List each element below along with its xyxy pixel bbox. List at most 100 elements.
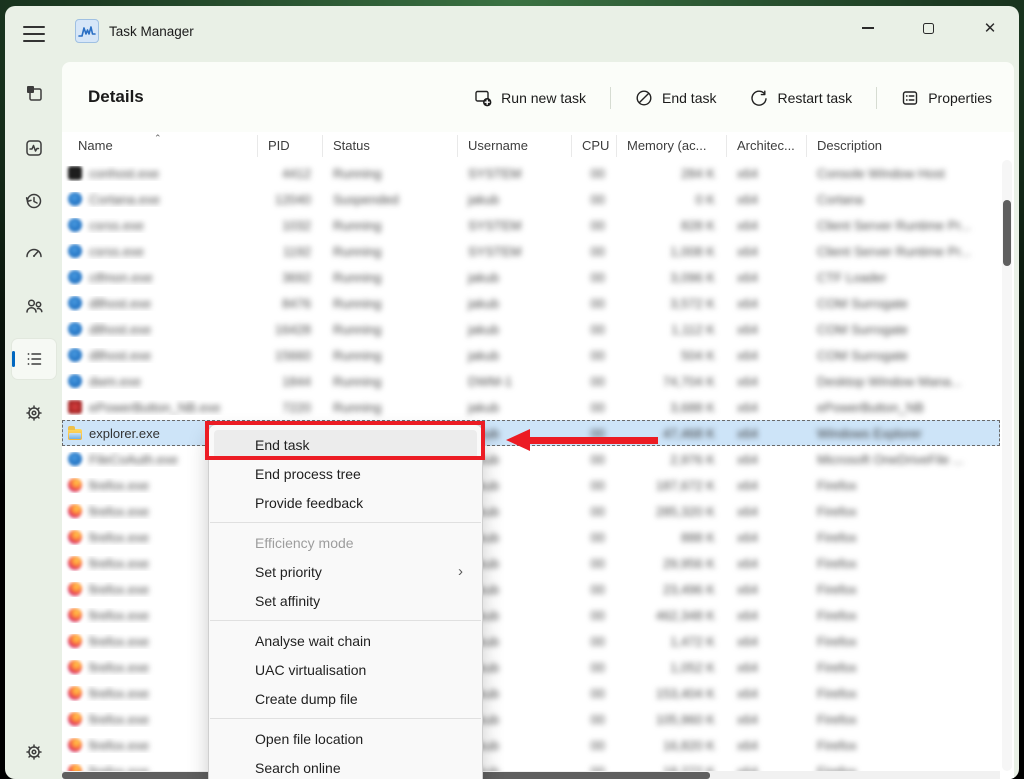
cell-desc: Windows Explorer (807, 426, 1000, 441)
close-button[interactable]: ✕ (968, 12, 1012, 44)
cell-cpu: 00 (572, 738, 617, 753)
cell-arch: x64 (727, 556, 807, 571)
cell-desc: Firefox (807, 686, 1000, 701)
cell-user: jakub (458, 270, 572, 285)
table-row[interactable]: firefox.exejakub001,472 Kx64Firefox (62, 628, 1000, 654)
cell-cpu: 00 (572, 608, 617, 623)
table-row[interactable]: FileCoAuth.exejakub002,976 Kx64Microsoft… (62, 446, 1000, 472)
sidebar-item-services[interactable] (12, 393, 56, 433)
cell-cpu: 00 (572, 244, 617, 259)
table-header: Name⌃PIDStatusUsernameCPUMemory (ac...Ar… (62, 132, 1000, 160)
table-row[interactable]: firefox.exejakub00285,320 Kx64Firefox (62, 498, 1000, 524)
details-icon (24, 349, 44, 369)
table-row[interactable]: firefox.exejakub001,052 Kx64Firefox (62, 654, 1000, 680)
maximize-button[interactable] (906, 12, 950, 44)
vertical-scrollbar[interactable] (1002, 160, 1012, 771)
cell-user: jakub (458, 322, 572, 337)
cell-status: Running (323, 166, 458, 181)
table-row[interactable]: ePowerButton_NB.exe7220Runningjakub003,6… (62, 394, 1000, 420)
cell-arch: x64 (727, 634, 807, 649)
sidebar-item-processes[interactable] (12, 73, 56, 113)
cell-desc: COM Surrogate (807, 296, 1000, 311)
table-row[interactable]: firefox.exejakub0023,496 Kx64Firefox (62, 576, 1000, 602)
cell-cpu: 00 (572, 374, 617, 389)
table-row[interactable]: firefox.exejakub00888 Kx64Firefox (62, 524, 1000, 550)
menu-item-provide-feedback[interactable]: Provide feedback (214, 488, 477, 517)
table-row[interactable]: firefox.exejakub00105,960 Kx64Firefox (62, 706, 1000, 732)
column-header-status[interactable]: Status (323, 135, 458, 157)
horizontal-scrollbar[interactable] (62, 771, 1000, 779)
table-row[interactable]: dwm.exe1844RunningDWM-10074,704 Kx64Desk… (62, 368, 1000, 394)
cell-status: Running (323, 400, 458, 415)
menu-item-set-affinity[interactable]: Set affinity (214, 586, 477, 615)
cell-user: SYSTEM (458, 218, 572, 233)
sidebar-item-users[interactable] (12, 286, 56, 326)
table-row[interactable]: conhost.exe4412RunningSYSTEM00284 Kx64Co… (62, 160, 1000, 186)
column-header-name[interactable]: Name⌃ (62, 135, 258, 157)
cell-user: jakub (458, 348, 572, 363)
menu-item-efficiency-mode: Efficiency mode (214, 528, 477, 557)
column-header-arch[interactable]: Architec... (727, 135, 807, 157)
menu-item-set-priority[interactable]: Set priority› (214, 557, 477, 586)
table-row[interactable]: firefox.exejakub0029,956 Kx64Firefox (62, 550, 1000, 576)
column-header-cpu[interactable]: CPU (572, 135, 617, 157)
table-row[interactable]: csrss.exe1032RunningSYSTEM00828 Kx64Clie… (62, 212, 1000, 238)
table-row[interactable]: firefox.exejakub00187,672 Kx64Firefox (62, 472, 1000, 498)
process-name: dllhost.exe (89, 322, 151, 337)
column-header-user[interactable]: Username (458, 135, 572, 157)
sidebar-item-details[interactable] (12, 339, 56, 379)
cell-arch: x64 (727, 400, 807, 415)
menu-separator (210, 522, 481, 523)
cell-mem: 74,704 K (617, 374, 727, 389)
cell-desc: Firefox (807, 478, 1000, 493)
cell-desc: CTF Loader (807, 270, 1000, 285)
process-name: Cortana.exe (89, 192, 160, 207)
cell-pid: 15660 (258, 348, 323, 363)
run-new-task-icon (474, 89, 492, 107)
menu-item-analyse-wait-chain[interactable]: Analyse wait chain (214, 626, 477, 655)
column-header-pid[interactable]: PID (258, 135, 323, 157)
column-header-mem[interactable]: Memory (ac... (617, 135, 727, 157)
table-row[interactable]: dllhost.exe8476Runningjakub003,572 Kx64C… (62, 290, 1000, 316)
window-title: Task Manager (109, 24, 194, 39)
table-row[interactable]: firefox.exejakub00462,348 Kx64Firefox (62, 602, 1000, 628)
cell-cpu: 00 (572, 400, 617, 415)
menu-item-search-online[interactable]: Search online (214, 753, 477, 779)
restart-task-button[interactable]: Restart task (740, 83, 862, 113)
table-row[interactable]: dllhost.exe15660Runningjakub00504 Kx64CO… (62, 342, 1000, 368)
cell-status: Running (323, 322, 458, 337)
table-row[interactable]: Cortana.exe12040Suspendedjakub000 Kx64Co… (62, 186, 1000, 212)
column-header-desc[interactable]: Description (807, 135, 1000, 157)
table-row[interactable]: csrss.exe1192RunningSYSTEM001,008 Kx64Cl… (62, 238, 1000, 264)
hamburger-menu-icon[interactable] (23, 26, 45, 42)
table-row[interactable]: firefox.exejakub00153,404 Kx64Firefox (62, 680, 1000, 706)
cell-arch: x64 (727, 244, 807, 259)
settings-gear-icon (24, 742, 44, 762)
menu-item-uac-virtualisation[interactable]: UAC virtualisation (214, 655, 477, 684)
sidebar-item-performance[interactable] (12, 128, 56, 168)
table-row[interactable]: ctfmon.exe3692Runningjakub003,096 Kx64CT… (62, 264, 1000, 290)
cell-desc: Firefox (807, 634, 1000, 649)
properties-button[interactable]: Properties (891, 83, 1002, 113)
sidebar-item-app-history[interactable] (12, 181, 56, 221)
process-name: firefox.exe (89, 478, 149, 493)
services-icon (24, 403, 44, 423)
table-row[interactable]: firefox.exejakub0016,820 Kx64Firefox (62, 732, 1000, 758)
processes-icon (24, 83, 44, 103)
sidebar-item-startup-apps[interactable] (12, 233, 56, 273)
menu-item-end-task[interactable]: End task (214, 430, 477, 459)
cell-pid: 16428 (258, 322, 323, 337)
menu-item-open-file-location[interactable]: Open file location (214, 724, 477, 753)
cell-cpu: 00 (572, 478, 617, 493)
end-task-button[interactable]: End task (625, 83, 726, 113)
minimize-button[interactable] (846, 12, 890, 44)
run-new-task-button[interactable]: Run new task (464, 83, 596, 113)
cell-cpu: 00 (572, 634, 617, 649)
cell-cpu: 00 (572, 686, 617, 701)
table-row[interactable]: dllhost.exe16428Runningjakub001,112 Kx64… (62, 316, 1000, 342)
menu-item-create-dump-file[interactable]: Create dump file (214, 684, 477, 713)
sidebar-item-settings[interactable] (12, 732, 56, 772)
menu-item-end-process-tree[interactable]: End process tree (214, 459, 477, 488)
vertical-scrollbar-thumb[interactable] (1003, 200, 1011, 266)
app-file-icon (68, 374, 82, 388)
